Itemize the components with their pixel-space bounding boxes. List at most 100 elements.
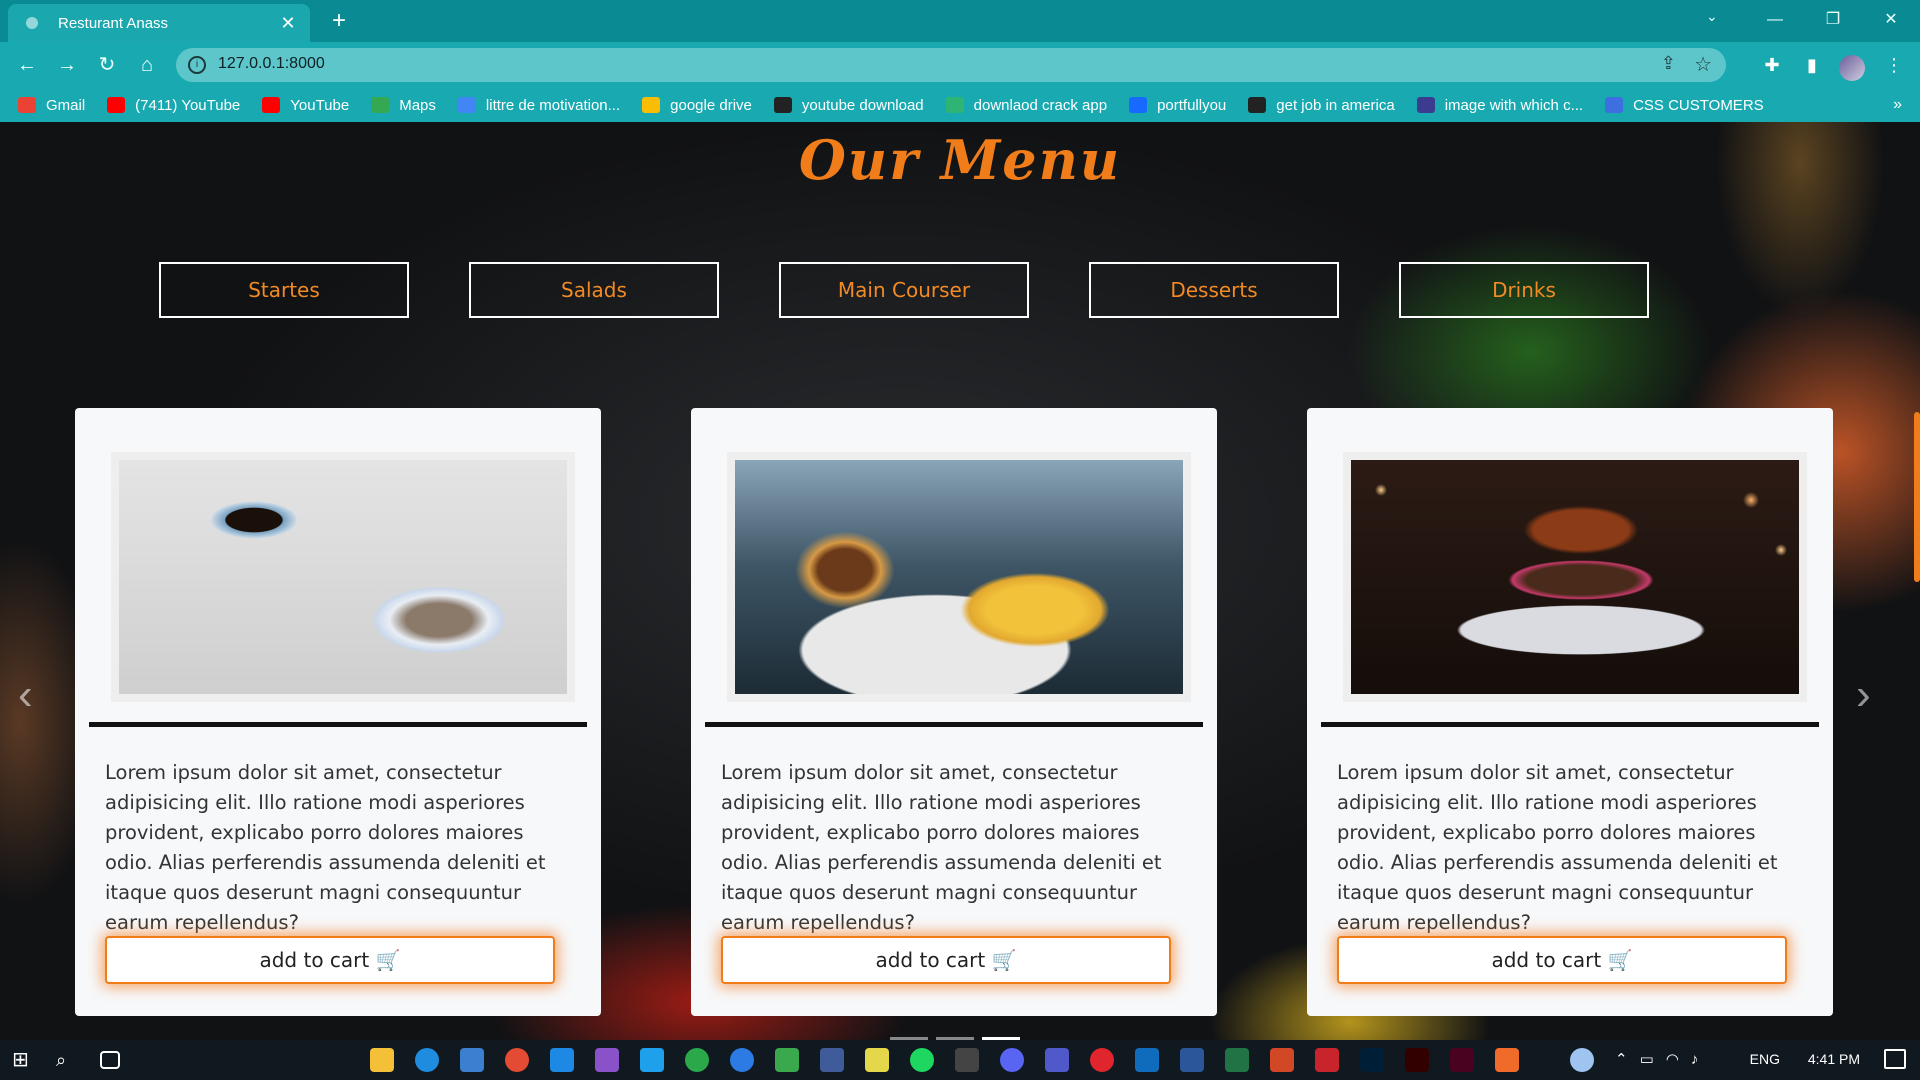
restore-icon[interactable]: ❐ [1804,0,1862,40]
excel-icon[interactable] [1225,1048,1249,1072]
search-icon[interactable]: ⌕ [56,1048,80,1072]
app-icon[interactable] [730,1048,754,1072]
bookmark-item[interactable]: portfullyou [1129,97,1226,114]
bookmark-favicon-icon [262,97,281,113]
weather-icon[interactable] [1570,1048,1594,1072]
address-bar[interactable]: i 127.0.0.1:8000 ⇪ ☆ [176,48,1726,82]
menu-kebab-icon[interactable]: ⋮ [1880,51,1908,79]
extensions-icon[interactable]: ✚ [1758,51,1786,79]
menu-card: Lorem ipsum dolor sit amet, consectetur … [1307,408,1833,1016]
add-to-cart-button[interactable]: add to cart 🛒 [1337,936,1787,984]
system-tray[interactable]: ⌃▭◠♪ [1615,1050,1710,1068]
side-panel-icon[interactable]: ▮ [1798,51,1826,79]
clock[interactable]: 4:41 PM [1808,1051,1860,1067]
bookmark-item[interactable]: downlaod crack app [945,97,1107,114]
browser-tab[interactable]: Resturant Anass ✕ [8,4,310,42]
category-desserts-button[interactable]: Desserts [1089,262,1339,318]
bookmark-item[interactable]: littre de motivation... [457,97,620,114]
menu-heading: Our Menu [798,128,1122,192]
vscode-icon[interactable] [640,1048,664,1072]
discord-icon[interactable] [1000,1048,1024,1072]
bookmark-item[interactable]: google drive [642,97,752,114]
language-indicator[interactable]: ENG [1750,1051,1780,1067]
acrobat-icon[interactable] [1315,1048,1339,1072]
bookmark-favicon-icon [457,97,476,113]
category-starters-button[interactable]: Startes [159,262,409,318]
opera-icon[interactable] [1090,1048,1114,1072]
minimize-icon[interactable]: — [1746,0,1804,40]
menu-card: Lorem ipsum dolor sit amet, consectetur … [75,408,601,1016]
profile-avatar[interactable] [1839,55,1865,81]
bookmark-favicon-icon [18,97,36,113]
tab-search-icon[interactable]: ⌄ [1706,8,1718,25]
carousel-next-icon[interactable]: › [1856,670,1871,720]
mail-icon[interactable] [550,1048,574,1072]
site-info-icon[interactable]: i [188,56,206,74]
powerpoint-icon[interactable] [1270,1048,1294,1072]
bookmark-favicon-icon [1129,97,1148,113]
close-window-icon[interactable]: ✕ [1862,0,1920,40]
bookmark-label: Maps [399,96,436,114]
share-icon[interactable]: ⇪ [1661,53,1676,74]
category-salads-button[interactable]: Salads [469,262,719,318]
bookmark-item[interactable]: Gmail [18,97,85,114]
teams-icon[interactable] [1045,1048,1069,1072]
task-view-icon[interactable] [100,1051,120,1069]
bookmark-item[interactable]: image with which c... [1416,97,1583,114]
visual-studio-icon[interactable] [595,1048,619,1072]
back-icon[interactable]: ← [12,50,42,80]
bookmark-label: get job in america [1276,96,1395,114]
word-icon[interactable] [1180,1048,1204,1072]
bookmark-label: (7411) YouTube [135,96,241,114]
chrome-icon[interactable] [505,1048,529,1072]
spotify-icon[interactable] [910,1048,934,1072]
new-tab-button[interactable]: + [325,7,353,35]
page-scrollbar[interactable] [1914,412,1920,582]
divider [705,722,1203,727]
store-icon[interactable] [460,1048,484,1072]
bookmark-item[interactable]: YouTube [262,97,349,114]
bookmark-label: YouTube [290,96,350,114]
app-icon[interactable] [685,1048,709,1072]
dish-image-frame [111,452,575,702]
photoshop-icon[interactable] [1360,1048,1384,1072]
home-icon[interactable]: ⌂ [132,50,162,80]
browser-toolbar: ← → ↻ ⌂ i 127.0.0.1:8000 ⇪ ☆ ✚ ▮ ⋮ [0,42,1920,88]
bookmark-favicon-icon [642,97,661,113]
menu-card: Lorem ipsum dolor sit amet, consectetur … [691,408,1217,1016]
notifications-icon[interactable] [1884,1049,1906,1069]
bookmark-item[interactable]: CSS CUSTOMERS [1605,97,1764,114]
bookmark-item[interactable]: Maps [371,97,436,114]
bookmark-item[interactable]: get job in america [1248,96,1395,114]
app-icon[interactable] [775,1048,799,1072]
bookmark-label: youtube download [801,96,924,114]
bookmarks-overflow-icon[interactable]: » [1893,96,1902,114]
bookmark-item[interactable]: youtube download [773,96,924,114]
close-tab-icon[interactable]: ✕ [278,13,298,34]
app-icon[interactable] [1495,1048,1519,1072]
app-icon[interactable] [955,1048,979,1072]
bookmark-star-icon[interactable]: ☆ [1694,52,1712,77]
bookmark-label: portfullyou [1157,96,1227,114]
dish-image [735,460,1183,694]
bookmark-favicon-icon [1605,97,1624,113]
app-icon[interactable] [865,1048,889,1072]
start-icon[interactable]: ⊞ [12,1048,36,1072]
forward-icon[interactable]: → [52,50,82,80]
outlook-icon[interactable] [1135,1048,1159,1072]
category-drinks-button[interactable]: Drinks [1399,262,1649,318]
file-explorer-icon[interactable] [370,1048,394,1072]
dish-description: Lorem ipsum dolor sit amet, consectetur … [721,761,1162,934]
reload-icon[interactable]: ↻ [92,50,122,80]
add-to-cart-button[interactable]: add to cart 🛒 [721,936,1171,984]
carousel-prev-icon[interactable]: ‹ [18,670,33,720]
bookmark-item[interactable]: (7411) YouTube [107,97,240,114]
app-icon[interactable] [820,1048,844,1072]
edge-icon[interactable] [415,1048,439,1072]
indesign-icon[interactable] [1450,1048,1474,1072]
illustrator-icon[interactable] [1405,1048,1429,1072]
bookmark-favicon-icon [773,97,792,113]
category-main-course-button[interactable]: Main Courser [779,262,1029,318]
add-to-cart-button[interactable]: add to cart 🛒 [105,936,555,984]
bookmark-label: CSS CUSTOMERS [1633,96,1764,114]
